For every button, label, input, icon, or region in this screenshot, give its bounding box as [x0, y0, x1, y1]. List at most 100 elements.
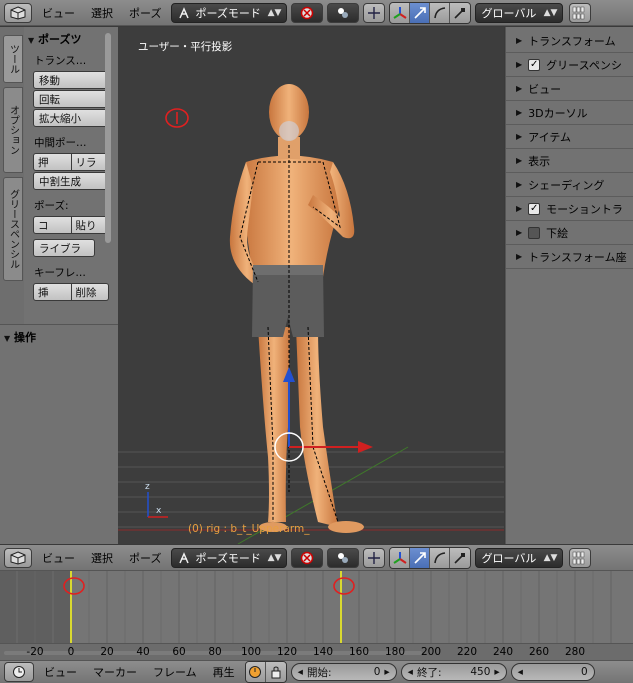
- scale-manipulator-button[interactable]: [450, 2, 471, 23]
- expand-right-icon: ▶: [516, 180, 523, 189]
- tab-options[interactable]: オプション: [3, 87, 23, 173]
- ruler-tick-label: 120: [276, 646, 298, 658]
- menu-view-2[interactable]: ビュー: [36, 550, 81, 566]
- properties-section[interactable]: ▶ ✓ モーショントラ: [506, 197, 633, 221]
- timeline-ruler[interactable]: -20 0 20 40 60 80 100 120 140 160 180 200 220 240 260 2…: [0, 643, 633, 660]
- push-button[interactable]: 押: [33, 153, 72, 171]
- shading-sphere-icon: [301, 551, 314, 564]
- pose-library-button[interactable]: ライブラ: [33, 239, 95, 257]
- ruler-tick-label: 40: [136, 646, 150, 658]
- viewport-shading-button[interactable]: [291, 2, 324, 23]
- editor-type-button-2[interactable]: [4, 547, 32, 568]
- ruler-tick-label: 220: [456, 646, 478, 658]
- editor-type-button[interactable]: [4, 2, 32, 23]
- copy-pose-button[interactable]: コ: [33, 216, 72, 234]
- translate-gizmo[interactable]: [274, 367, 373, 462]
- chevron-left-icon: ◂: [517, 666, 523, 678]
- only-locations-button[interactable]: [363, 2, 386, 23]
- ruler-tick-label: 60: [172, 646, 186, 658]
- orientation-dropdown-2[interactable]: グローバル ▲▼: [475, 547, 564, 568]
- stopwatch-icon: [249, 666, 262, 678]
- menu-frame[interactable]: フレーム: [147, 664, 203, 680]
- tool-shelf-scrollbar[interactable]: [105, 33, 111, 243]
- pivot-point-button[interactable]: [327, 2, 360, 23]
- expand-right-icon: ▶: [516, 108, 523, 117]
- properties-section[interactable]: ▶ ビュー: [506, 77, 633, 101]
- menu-pose[interactable]: ポーズ: [123, 5, 167, 21]
- rotate-manipulator-button[interactable]: [430, 2, 451, 23]
- menu-marker[interactable]: マーカー: [87, 664, 143, 680]
- ruler-tick-label: 260: [528, 646, 550, 658]
- rotate-button[interactable]: 回転: [33, 90, 109, 108]
- layers-button-2[interactable]: [569, 547, 592, 568]
- relax-button[interactable]: リラ: [71, 153, 109, 171]
- scale-button[interactable]: 拡大縮小: [33, 109, 109, 127]
- manipulator-toggle-2[interactable]: [390, 547, 411, 568]
- manipulator-toggle[interactable]: [390, 2, 411, 23]
- menu-select-2[interactable]: 選択: [85, 550, 119, 566]
- push-relax-row: 押 リラ: [33, 153, 109, 171]
- mode-label-2: ポーズモード: [195, 551, 261, 565]
- menu-pose-2[interactable]: ポーズ: [123, 550, 167, 566]
- section-checkbox[interactable]: [528, 226, 541, 239]
- pose-tools-header[interactable]: ▼ ポーズツ: [24, 27, 118, 51]
- section-checkbox[interactable]: ✓: [528, 58, 541, 71]
- menu-playback[interactable]: 再生: [207, 664, 241, 680]
- range-toggle-group: [244, 661, 287, 683]
- start-frame-field[interactable]: ◂ 開始: 0 ▸: [290, 663, 397, 681]
- paste-pose-button[interactable]: 貼り: [71, 216, 109, 234]
- 3d-viewport[interactable]: z x ユーザー・平行投影 (0) rig : b_t_Upperarm_: [118, 27, 504, 544]
- only-locations-button-2[interactable]: [363, 547, 386, 568]
- insert-keyframe-button[interactable]: 挿: [33, 283, 72, 301]
- tab-tools[interactable]: ツール: [3, 35, 23, 83]
- expand-right-icon: ▶: [516, 132, 523, 141]
- tool-shelf: ▼ ポーズツ トランス… 移動 回転 拡大縮小 中間ポー… 押 リラ 中割生成 …: [24, 27, 118, 324]
- translate-manipulator-button-2[interactable]: [410, 547, 431, 568]
- end-frame-field[interactable]: ◂ 終了: 450 ▸: [400, 663, 507, 681]
- delete-keyframe-button[interactable]: 削除: [71, 283, 109, 301]
- timeline-canvas: [0, 571, 612, 643]
- properties-section[interactable]: ▶ トランスフォーム: [506, 29, 633, 53]
- ruler-tick-label: 160: [348, 646, 370, 658]
- operator-header[interactable]: ▼ 操作: [0, 325, 118, 349]
- properties-section[interactable]: ▶ ✓ グリースペンシ: [506, 53, 633, 77]
- properties-section[interactable]: ▶ 下絵: [506, 221, 633, 245]
- viewport-shading-button-2[interactable]: [291, 547, 324, 568]
- pivot-point-button-2[interactable]: [327, 547, 360, 568]
- current-frame-value: 0: [580, 666, 588, 678]
- start-label: 開始:: [306, 666, 332, 679]
- chevron-updown-icon: ▲▼: [543, 552, 558, 563]
- properties-section[interactable]: ▶ シェーディング: [506, 173, 633, 197]
- layers-button[interactable]: [569, 2, 592, 23]
- current-frame-field[interactable]: ◂ 0: [510, 663, 595, 681]
- preview-range-button[interactable]: [245, 662, 266, 682]
- mode-dropdown-2[interactable]: ポーズモード ▲▼: [171, 547, 288, 568]
- mode-dropdown[interactable]: ポーズモード ▲▼: [171, 2, 288, 23]
- rotate-manipulator-button-2[interactable]: [430, 547, 451, 568]
- translate-manipulator-button[interactable]: [410, 2, 431, 23]
- manipulator-group: [389, 1, 472, 24]
- chevron-right-icon: ▸: [384, 666, 390, 678]
- properties-section[interactable]: ▶ トランスフォーム座: [506, 245, 633, 269]
- timeline-area[interactable]: [0, 571, 633, 643]
- scale-manipulator-button-2[interactable]: [450, 547, 471, 568]
- move-button[interactable]: 移動: [33, 71, 109, 89]
- tab-grease-pencil[interactable]: グリースペンシル: [3, 177, 23, 281]
- editor-type-timeline-button[interactable]: [4, 662, 34, 682]
- properties-section[interactable]: ▶ 表示: [506, 149, 633, 173]
- properties-section[interactable]: ▶ 3Dカーソル: [506, 101, 633, 125]
- menu-timeline-view[interactable]: ビュー: [38, 664, 83, 680]
- properties-section[interactable]: ▶ アイテム: [506, 125, 633, 149]
- lock-range-button[interactable]: [265, 662, 286, 682]
- orientation-dropdown[interactable]: グローバル ▲▼: [475, 2, 564, 23]
- chevron-left-icon: ◂: [407, 666, 413, 678]
- section-checkbox[interactable]: ✓: [528, 202, 541, 215]
- expand-right-icon: ▶: [516, 252, 523, 261]
- menu-view[interactable]: ビュー: [36, 5, 81, 21]
- translate-arrow-icon: [414, 6, 426, 19]
- character-model[interactable]: [229, 84, 364, 533]
- arrows-icon: [368, 551, 381, 564]
- timeline-top-header: ビュー 選択 ポーズ ポーズモード ▲▼ グローバル ▲▼: [0, 545, 633, 571]
- menu-select[interactable]: 選択: [85, 5, 119, 21]
- breakdown-button[interactable]: 中割生成: [33, 172, 109, 190]
